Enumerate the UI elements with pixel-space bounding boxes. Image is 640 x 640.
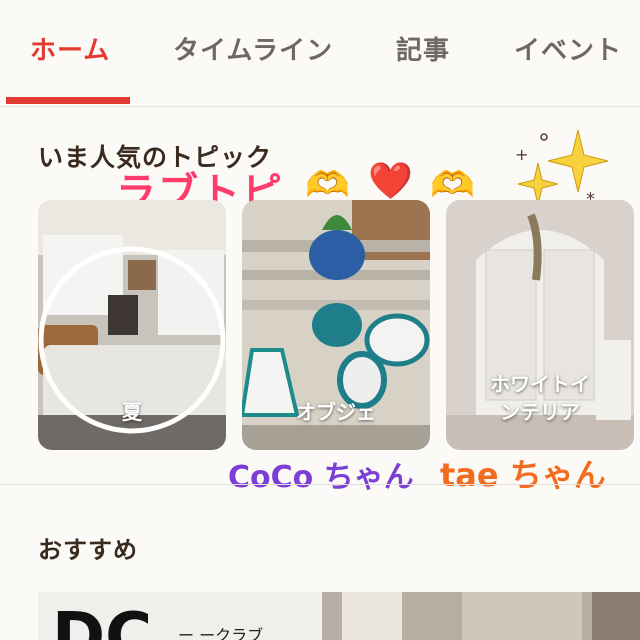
tab-events[interactable]: イベント — [514, 30, 622, 67]
tab-home[interactable]: ホーム — [30, 30, 110, 67]
credit-tae: tae ちゃん — [440, 456, 606, 494]
tab-timeline[interactable]: タイムライン — [173, 30, 333, 67]
topic-card-white-interior[interactable]: ホワイトイ ンテリア — [446, 200, 634, 450]
active-tab-indicator — [6, 97, 130, 104]
card-label-summer: 夏 — [122, 400, 142, 424]
tab-bar: ホーム タイムライン 記事 イベント — [0, 0, 640, 107]
topic-card-object[interactable]: オブジェ — [242, 200, 430, 450]
svg-text:+: + — [515, 145, 528, 164]
red-heart-icon: ❤️ — [368, 161, 413, 202]
recommend-title: おすすめ — [38, 536, 138, 564]
recommend-preview-subtitle: ー ークラブ — [178, 626, 264, 640]
credit-coco: CoCo ちゃん — [228, 460, 414, 495]
card-label-object: オブジェ — [296, 400, 376, 424]
card-label-white-interior: ホワイトイ ンテリア — [490, 372, 590, 424]
recommend-photo — [322, 592, 640, 640]
topic-card-summer[interactable]: 夏 — [38, 200, 226, 450]
recommend-preview-title: DC — [52, 600, 153, 640]
section-divider — [0, 484, 640, 485]
tab-articles[interactable]: 記事 — [396, 30, 450, 67]
recommend-card[interactable]: DC ー ークラブ — [38, 592, 640, 640]
